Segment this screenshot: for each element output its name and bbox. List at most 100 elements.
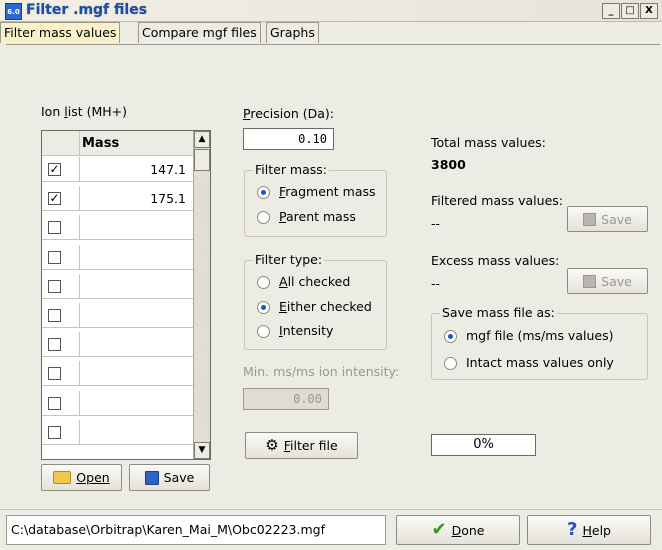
vertical-scrollbar[interactable]: ▲ ▼	[193, 131, 210, 459]
row-checkbox[interactable]	[48, 250, 61, 264]
all-checked-radio[interactable]	[257, 276, 270, 289]
title-bar[interactable]: 6.0 Filter .mgf files _ □ X	[0, 0, 662, 22]
fragment-mass-radio[interactable]	[257, 186, 270, 199]
either-checked-label[interactable]: Either checked	[279, 299, 372, 314]
checkbox-cell	[42, 332, 80, 358]
table-row[interactable]: ✓ 175.1	[42, 186, 194, 212]
close-button[interactable]: X	[640, 3, 658, 19]
intensity-label[interactable]: Intensity	[279, 323, 333, 338]
excess-mass-values-count: --	[431, 276, 441, 291]
checkbox-cell	[42, 244, 80, 270]
progress-indicator: 0%	[431, 434, 536, 456]
row-checkbox[interactable]	[48, 396, 61, 410]
row-checkbox[interactable]: ✓	[48, 163, 61, 176]
row-checkbox[interactable]	[48, 338, 61, 352]
scroll-down-icon[interactable]: ▼	[194, 442, 210, 459]
folder-icon	[53, 471, 72, 484]
row-checkbox[interactable]	[48, 425, 61, 439]
mass-column-header: Mass	[82, 136, 120, 151]
filter-window: 6.0 Filter .mgf files _ □ X Filter mass …	[0, 0, 662, 550]
checkbox-cell: ✓	[42, 157, 80, 182]
help-label: Help	[582, 522, 611, 538]
mgf-file-radio[interactable]	[444, 330, 457, 343]
min-intensity-label: Min. ms/ms ion intensity:	[243, 364, 400, 379]
excess-mass-values-label: Excess mass values:	[431, 253, 560, 268]
filter-mass-label: Filter mass:	[253, 162, 330, 177]
maximize-button[interactable]: □	[621, 3, 639, 19]
row-checkbox[interactable]	[48, 279, 61, 293]
save-filtered-button[interactable]: Save	[567, 206, 648, 232]
min-intensity-input: 0.00	[243, 388, 329, 410]
filter-mass-group: Filter mass: Fragment mass Parent mass	[244, 162, 387, 237]
file-path: C:\database\Orbitrap\Karen_Mai_M\Obc0222…	[6, 515, 386, 545]
ion-list-label: Ion list (MH+)	[41, 104, 127, 119]
parent-mass-label[interactable]: Parent mass	[279, 209, 356, 224]
intensity-radio[interactable]	[257, 325, 270, 338]
save-as-group: Save mass file as: mgf file (ms/ms value…	[431, 305, 648, 380]
checkbox-cell	[42, 303, 80, 328]
table-row[interactable]	[42, 215, 194, 241]
table-row[interactable]	[42, 244, 194, 270]
tab-compare-mgf-files[interactable]: Compare mgf files	[138, 22, 261, 43]
precision-input[interactable]: 0.10	[243, 128, 334, 150]
question-mark-icon: ?	[567, 519, 578, 540]
tab-filter-mass-values[interactable]: Filter mass values	[0, 22, 121, 43]
table-row[interactable]	[42, 361, 194, 387]
open-list-button[interactable]: Open	[41, 464, 122, 491]
either-checked-radio[interactable]	[257, 301, 270, 314]
status-bar: C:\database\Orbitrap\Karen_Mai_M\Obc0222…	[0, 509, 662, 550]
ion-list-grid[interactable]: Mass ✓ 147.1 ✓ 175.1 ▲ ▼	[41, 130, 211, 460]
precision-label: Precision (Da):	[243, 106, 335, 121]
save-filtered-label: Save	[601, 211, 632, 227]
floppy-disk-icon	[144, 470, 159, 485]
row-checkbox[interactable]	[48, 309, 61, 322]
save-as-label: Save mass file as:	[440, 305, 557, 320]
help-button[interactable]: ? Help	[527, 515, 651, 545]
mgf-file-label[interactable]: mgf file (ms/ms values)	[466, 328, 613, 343]
app-icon: 6.0	[5, 3, 22, 20]
done-label: Done	[451, 522, 485, 538]
filter-file-button[interactable]: ⚙ Filter file	[245, 432, 358, 459]
save-excess-button[interactable]: Save	[567, 268, 648, 294]
tab-graphs[interactable]: Graphs	[266, 22, 319, 43]
save-label: Save	[163, 470, 195, 485]
mass-value[interactable]: 175.1	[150, 191, 186, 206]
row-checkbox[interactable]: ✓	[48, 192, 61, 206]
row-checkbox[interactable]	[48, 367, 61, 381]
minimize-button[interactable]: _	[602, 3, 620, 19]
checkbox-cell	[42, 361, 80, 387]
checkmark-icon: ✔	[431, 519, 447, 540]
scroll-thumb[interactable]	[194, 149, 210, 171]
table-row[interactable]	[42, 419, 194, 445]
filter-type-group: Filter type: All checked Either checked …	[244, 252, 387, 350]
grid-header: Mass	[42, 131, 194, 156]
table-row[interactable]	[42, 303, 194, 328]
table-row[interactable]	[42, 273, 194, 299]
row-checkbox[interactable]	[48, 221, 61, 235]
intact-mass-label[interactable]: Intact mass values only	[466, 355, 614, 370]
table-row[interactable]: ✓ 147.1	[42, 157, 194, 182]
window-controls: _ □ X	[602, 3, 658, 19]
filtered-mass-values-count: --	[431, 216, 441, 231]
floppy-disk-icon	[583, 212, 597, 226]
checkbox-cell	[42, 419, 80, 445]
checkbox-cell	[42, 273, 80, 299]
parent-mass-radio[interactable]	[257, 211, 270, 224]
filter-type-label: Filter type:	[253, 252, 325, 267]
table-row[interactable]	[42, 390, 194, 416]
save-list-button[interactable]: Save	[129, 464, 210, 491]
mass-value[interactable]: 147.1	[150, 162, 186, 177]
save-excess-label: Save	[601, 273, 632, 289]
done-button[interactable]: ✔ Done	[396, 515, 520, 545]
filter-file-label: Filter file	[283, 438, 338, 453]
window-title: Filter .mgf files	[26, 2, 148, 18]
total-mass-values-count: 3800	[431, 157, 466, 172]
fragment-mass-label[interactable]: Fragment mass	[279, 184, 376, 199]
scroll-up-icon[interactable]: ▲	[194, 131, 210, 148]
intact-mass-radio[interactable]	[444, 357, 457, 370]
checkbox-cell: ✓	[42, 186, 80, 212]
filtered-mass-values-label: Filtered mass values:	[431, 193, 563, 208]
table-row[interactable]	[42, 332, 194, 358]
all-checked-label[interactable]: All checked	[279, 274, 350, 289]
gears-icon: ⚙	[265, 436, 279, 454]
